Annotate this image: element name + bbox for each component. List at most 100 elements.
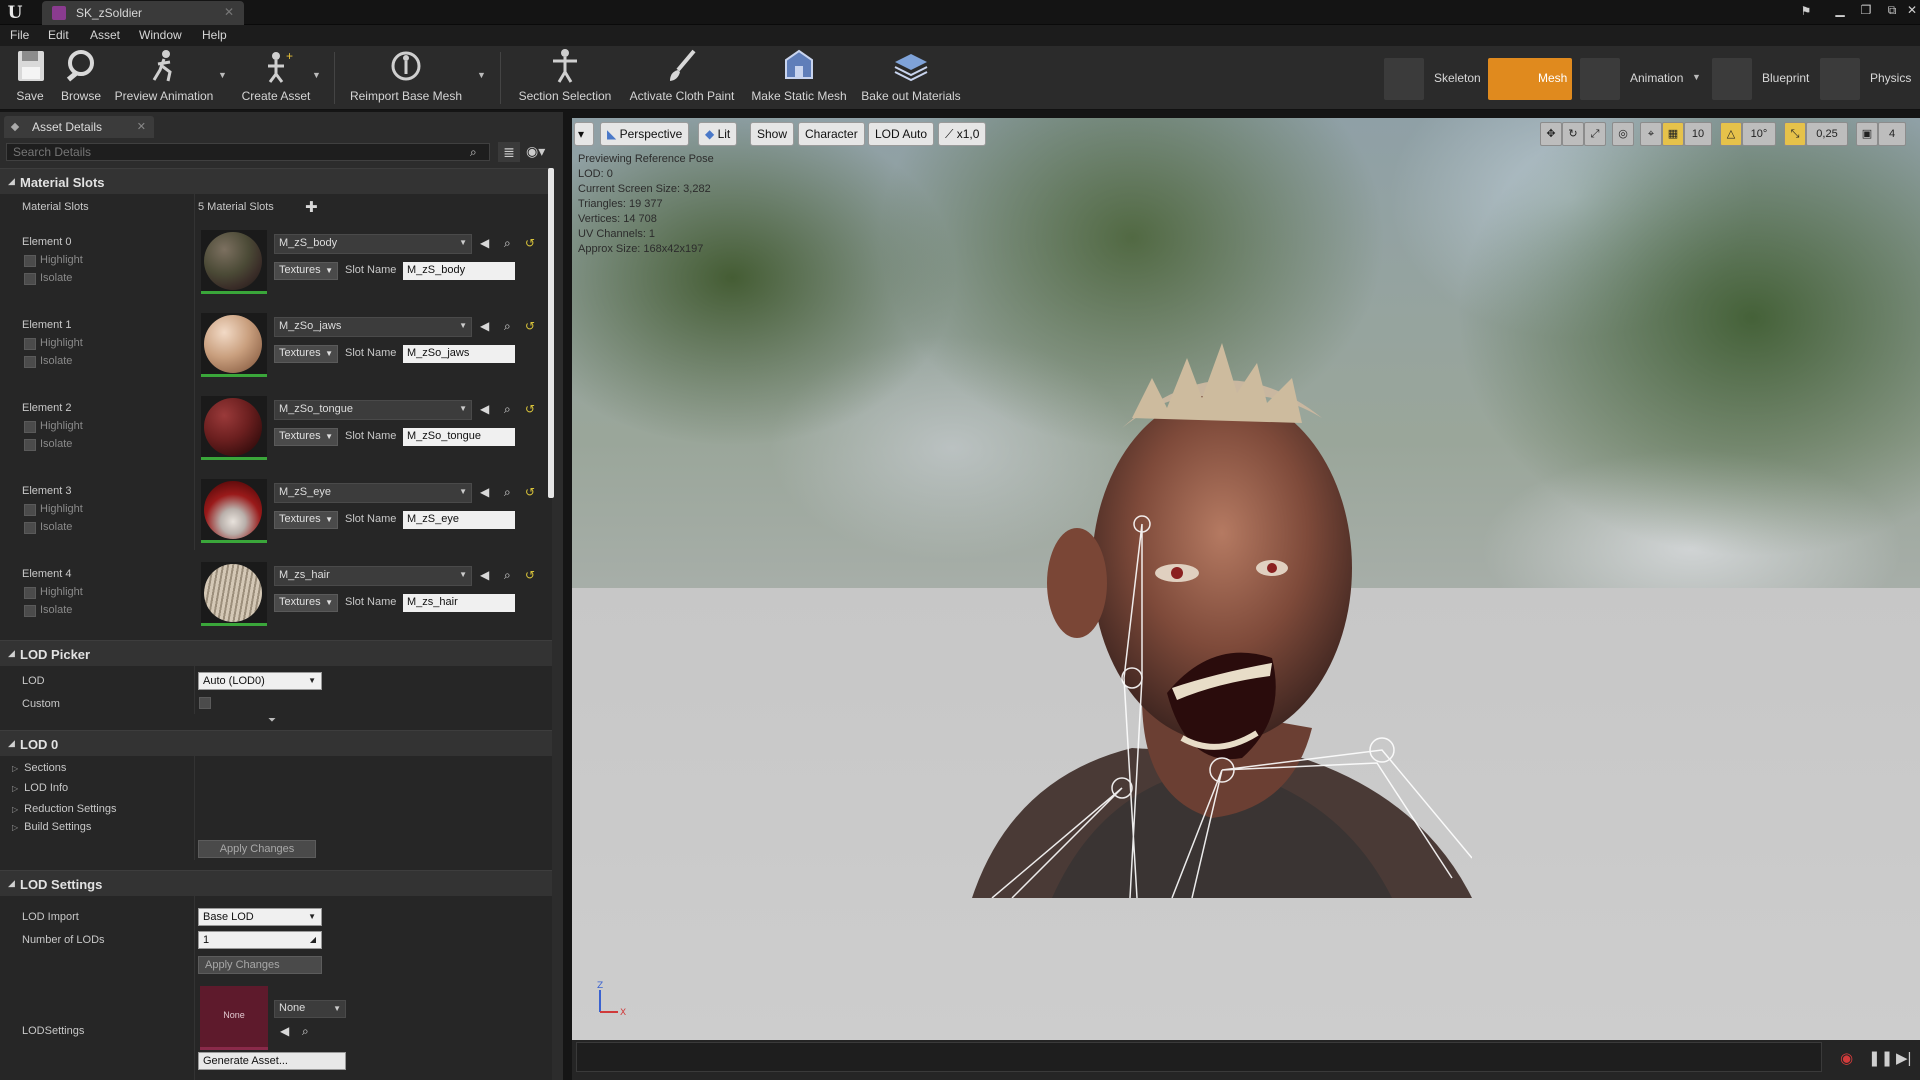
lod-settings-section-header[interactable]: ◢ LOD Settings	[0, 870, 552, 896]
world-local-icon[interactable]: ◎	[1612, 122, 1634, 146]
create-asset-button[interactable]: + Create Asset	[236, 48, 316, 108]
playback-speed-button[interactable]: ⟋ x1,0	[938, 122, 987, 146]
browse-material-icon[interactable]: ⌕	[504, 236, 511, 251]
slot-name-input[interactable]: M_zSo_tongue	[403, 428, 515, 446]
material-thumbnail[interactable]	[201, 313, 267, 377]
slot-name-input[interactable]: M_zS_eye	[403, 511, 515, 529]
viewport[interactable]: ▾ ◣ Perspective ◆ Lit Show Character LOD…	[572, 118, 1920, 1040]
browse-material-icon[interactable]: ⌕	[504, 319, 511, 334]
material-combo[interactable]: M_zSo_tongue ▼	[274, 400, 472, 420]
material-thumbnail[interactable]	[201, 230, 267, 294]
material-combo[interactable]: M_zS_eye ▼	[274, 483, 472, 503]
use-selected-arrow-icon[interactable]: ◀	[480, 402, 489, 416]
reset-material-icon[interactable]: ↺	[525, 568, 535, 582]
isolate-checkbox[interactable]	[24, 356, 36, 368]
eye-icon[interactable]: ◉▾	[526, 143, 545, 160]
textures-dropdown[interactable]: Textures ▼	[274, 594, 338, 612]
rotation-snap-icon[interactable]: △	[1720, 122, 1742, 146]
browse-material-icon[interactable]: ⌕	[504, 402, 511, 417]
textures-dropdown[interactable]: Textures ▼	[274, 345, 338, 363]
timeline-scrubber[interactable]	[576, 1042, 1822, 1072]
build-settings-row[interactable]: ▷ Build Settings	[12, 821, 91, 833]
minimize-button[interactable]: ▁	[1830, 2, 1850, 18]
restore-button[interactable]: ⧉	[1882, 2, 1902, 18]
use-selected-arrow-icon[interactable]: ◀	[480, 236, 489, 250]
close-panel-icon[interactable]: ✕	[137, 120, 146, 133]
viewport-options-dropdown[interactable]: ▾	[574, 122, 594, 146]
reset-material-icon[interactable]: ↺	[525, 319, 535, 333]
lodsettings-asset-combo[interactable]: None ▼	[274, 1000, 346, 1018]
textures-dropdown[interactable]: Textures ▼	[274, 511, 338, 529]
close-tab-icon[interactable]: ✕	[224, 5, 234, 19]
unreal-logo-icon[interactable]: U	[4, 2, 26, 24]
lod0-section-header[interactable]: ◢ LOD 0	[0, 730, 552, 756]
lod-select[interactable]: Auto (LOD0) ▼	[198, 672, 322, 690]
material-thumbnail[interactable]	[201, 396, 267, 460]
menu-file[interactable]: File	[10, 28, 29, 42]
browse-asset-icon[interactable]: ⌕	[302, 1024, 309, 1039]
browse-material-icon[interactable]: ⌕	[504, 485, 511, 500]
browse-material-icon[interactable]: ⌕	[504, 568, 511, 583]
highlight-checkbox[interactable]	[24, 338, 36, 350]
material-thumbnail[interactable]	[201, 562, 267, 626]
number-of-lods-input[interactable]: 1 ◢	[198, 931, 322, 949]
scale-mode-icon[interactable]: ⤢	[1584, 122, 1606, 146]
asset-details-tab[interactable]: Asset Details ✕	[4, 116, 154, 138]
browse-button[interactable]: Browse	[56, 48, 106, 108]
slot-name-input[interactable]: M_zS_body	[403, 262, 515, 280]
view-options-list-icon[interactable]: ≣	[498, 142, 520, 162]
animation-dropdown-icon[interactable]: ▼	[1692, 72, 1701, 82]
camera-speed-icon[interactable]: ▣	[1856, 122, 1878, 146]
lodsettings-asset-thumbnail[interactable]: None	[200, 986, 268, 1050]
menu-asset[interactable]: Asset	[90, 28, 120, 42]
material-combo[interactable]: M_zS_body ▼	[274, 234, 472, 254]
use-selected-arrow-icon[interactable]: ◀	[480, 319, 489, 333]
reduction-settings-row[interactable]: ▷ Reduction Settings	[12, 803, 117, 815]
character-button[interactable]: Character	[798, 122, 865, 146]
make-static-mesh-button[interactable]: Make Static Mesh	[750, 48, 848, 108]
menu-edit[interactable]: Edit	[48, 28, 69, 42]
bake-out-materials-button[interactable]: Bake out Materials	[858, 48, 964, 108]
apply-lod-settings-button[interactable]: Apply Changes	[198, 956, 322, 974]
textures-dropdown[interactable]: Textures ▼	[274, 262, 338, 280]
sections-row[interactable]: ▷ Sections	[12, 762, 66, 774]
mode-animation[interactable]: Animation	[1580, 56, 1690, 102]
reset-material-icon[interactable]: ↺	[525, 402, 535, 416]
lod-info-row[interactable]: ▷ LOD Info	[12, 782, 68, 794]
section-selection-button[interactable]: Section Selection	[516, 48, 614, 108]
reimport-dropdown-icon[interactable]: ▼	[477, 70, 486, 80]
details-scrollbar[interactable]	[548, 168, 554, 498]
mode-skeleton[interactable]: Skeleton	[1384, 56, 1481, 102]
grid-snap-value[interactable]: 10	[1684, 122, 1712, 146]
highlight-checkbox[interactable]	[24, 504, 36, 516]
material-slots-section-header[interactable]: ◢ Material Slots	[0, 168, 552, 194]
preview-animation-button[interactable]: Preview Animation	[112, 48, 216, 108]
feedback-icon[interactable]: ⚑	[1796, 3, 1816, 19]
material-combo[interactable]: M_zs_hair ▼	[274, 566, 472, 586]
menu-help[interactable]: Help	[202, 28, 227, 42]
pause-button[interactable]: ❚❚	[1868, 1049, 1893, 1067]
scale-snap-value[interactable]: 0,25	[1806, 122, 1848, 146]
camera-speed-value[interactable]: 4	[1878, 122, 1906, 146]
reset-material-icon[interactable]: ↺	[525, 236, 535, 250]
rotate-mode-icon[interactable]: ↻	[1562, 122, 1584, 146]
add-material-slot-icon[interactable]: ✚	[305, 198, 318, 216]
use-selected-arrow-icon[interactable]: ◀	[480, 568, 489, 582]
isolate-checkbox[interactable]	[24, 605, 36, 617]
search-details-input[interactable]	[6, 143, 490, 161]
mode-physics[interactable]: Physics	[1820, 56, 1916, 102]
document-tab[interactable]: SK_zSoldier ✕	[42, 1, 244, 25]
menu-window[interactable]: Window	[139, 28, 182, 42]
maximize-button[interactable]: ❐	[1856, 2, 1876, 18]
lod-import-select[interactable]: Base LOD ▼	[198, 908, 322, 926]
lod-picker-section-header[interactable]: ◢ LOD Picker	[0, 640, 552, 666]
slot-name-input[interactable]: M_zSo_jaws	[403, 345, 515, 363]
step-forward-button[interactable]: ▶|	[1896, 1049, 1911, 1067]
show-button[interactable]: Show	[750, 122, 795, 146]
search-icon[interactable]: ⌕	[470, 145, 484, 159]
use-selected-arrow-icon[interactable]: ◀	[280, 1024, 289, 1038]
save-button[interactable]: Save	[8, 48, 52, 108]
generate-asset-button[interactable]: Generate Asset...	[198, 1052, 346, 1070]
highlight-checkbox[interactable]	[24, 255, 36, 267]
highlight-checkbox[interactable]	[24, 587, 36, 599]
